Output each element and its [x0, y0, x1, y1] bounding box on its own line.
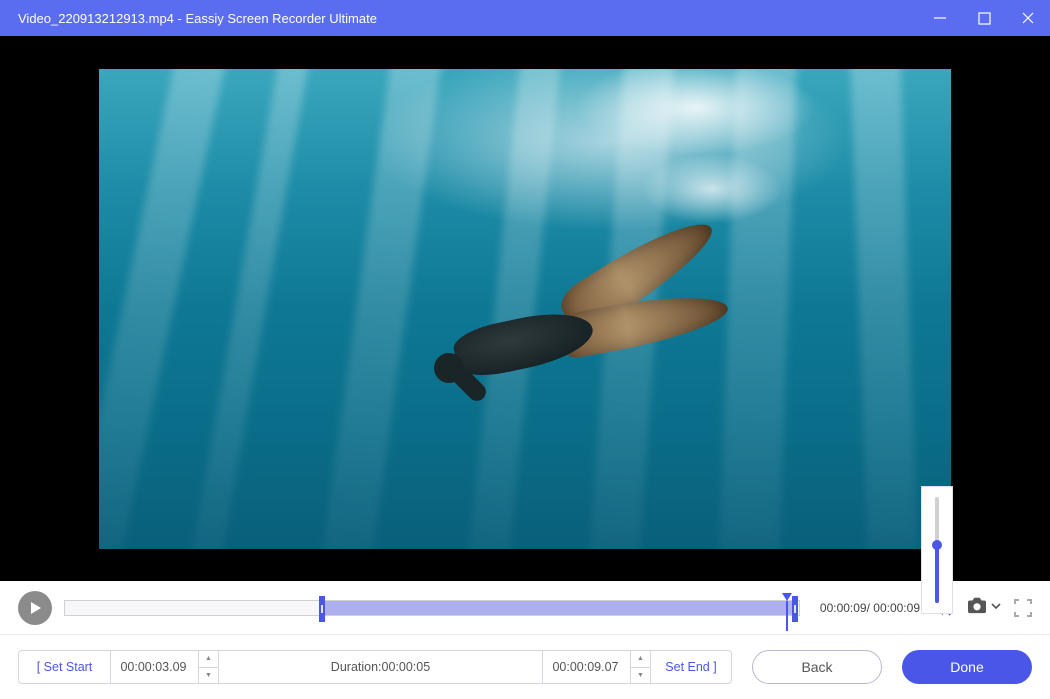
- done-button[interactable]: Done: [902, 650, 1032, 684]
- bottombar: [ Set Start 00:00:03.09 ▲ ▼ Duration:00:…: [0, 635, 1050, 699]
- title-appname: Eassiy Screen Recorder Ultimate: [185, 11, 376, 26]
- camera-icon: [966, 596, 988, 619]
- window-controls: [930, 8, 1038, 28]
- timeline-selection: [320, 601, 797, 615]
- end-time-value: 00:00:09.07: [552, 660, 618, 674]
- playhead-icon[interactable]: [782, 593, 792, 601]
- fullscreen-icon[interactable]: [1014, 599, 1032, 617]
- set-end-label: Set End ]: [665, 660, 716, 674]
- timeline-track[interactable]: [64, 600, 800, 616]
- set-start-label: [ Set Start: [37, 660, 93, 674]
- titlebar-text: Video_220913212913.mp4 - Eassiy Screen R…: [18, 11, 930, 26]
- end-time-down[interactable]: ▼: [631, 668, 650, 684]
- video-preview-area: [0, 36, 1050, 581]
- volume-thumb[interactable]: [932, 540, 942, 550]
- volume-slider[interactable]: [935, 497, 939, 603]
- back-button[interactable]: Back: [752, 650, 882, 684]
- duration-value: 00:00:05: [382, 660, 431, 674]
- back-label: Back: [801, 659, 832, 675]
- play-button[interactable]: [18, 591, 52, 625]
- start-time-down[interactable]: ▼: [199, 668, 218, 684]
- current-time: 00:00:09: [820, 601, 867, 615]
- screenshot-dropdown[interactable]: [966, 596, 1002, 619]
- set-end-button[interactable]: Set End ]: [651, 651, 731, 683]
- title-filename: Video_220913212913.mp4: [18, 11, 174, 26]
- playbar: 00:00:09/ 00:00:09: [0, 581, 1050, 635]
- duration-display: Duration:00:00:05: [219, 651, 543, 683]
- chevron-down-icon: [990, 599, 1002, 617]
- start-time-value: 00:00:03.09: [120, 660, 186, 674]
- done-label: Done: [950, 659, 983, 675]
- clip-controls: [ Set Start 00:00:03.09 ▲ ▼ Duration:00:…: [18, 650, 732, 684]
- total-time: 00:00:09: [873, 601, 920, 615]
- duration-label: Duration:: [331, 660, 382, 674]
- maximize-icon[interactable]: [974, 8, 994, 28]
- selection-end-handle[interactable]: [792, 596, 798, 622]
- time-display: 00:00:09/ 00:00:09: [820, 601, 920, 615]
- start-time-up[interactable]: ▲: [199, 651, 218, 668]
- title-separator: -: [174, 11, 186, 26]
- start-time-field[interactable]: 00:00:03.09 ▲ ▼: [111, 651, 219, 683]
- end-time-field[interactable]: 00:00:09.07 ▲ ▼: [543, 651, 651, 683]
- end-time-up[interactable]: ▲: [631, 651, 650, 668]
- selection-start-handle[interactable]: [319, 596, 325, 622]
- set-start-button[interactable]: [ Set Start: [19, 651, 111, 683]
- volume-popup: [921, 486, 953, 614]
- minimize-icon[interactable]: [930, 8, 950, 28]
- close-icon[interactable]: [1018, 8, 1038, 28]
- video-frame[interactable]: [99, 69, 951, 549]
- timeline[interactable]: [64, 597, 800, 619]
- titlebar: Video_220913212913.mp4 - Eassiy Screen R…: [0, 0, 1050, 36]
- start-time-spinner: ▲ ▼: [198, 651, 218, 683]
- end-time-spinner: ▲ ▼: [630, 651, 650, 683]
